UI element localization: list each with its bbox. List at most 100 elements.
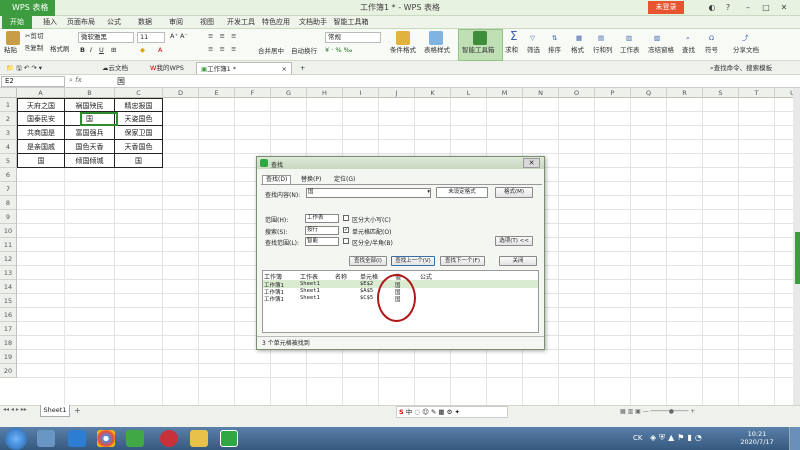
column-header[interactable]: H [307, 88, 343, 98]
column-header[interactable]: G [271, 88, 307, 98]
cell[interactable]: 天姿国色 [115, 112, 163, 126]
column-header[interactable]: T [739, 88, 775, 98]
taskbar-chrome-icon[interactable] [97, 430, 115, 447]
result-cell[interactable]: $C$5 [360, 295, 373, 301]
align-top-icons[interactable]: ≡ ≡ ≡ [208, 31, 238, 41]
tab-data[interactable]: 数据 [134, 16, 156, 29]
row-header[interactable]: 16 [0, 308, 17, 322]
share-icon[interactable]: ⤴ [742, 33, 749, 43]
start-button[interactable] [5, 428, 27, 450]
look-in-select[interactable]: 智能 [305, 237, 339, 246]
sort-icon[interactable]: ⇅ [552, 33, 557, 43]
column-header[interactable]: K [415, 88, 451, 98]
font-color-icon[interactable]: A [158, 45, 162, 55]
row-header[interactable]: 4 [0, 140, 17, 154]
skin-icon[interactable]: ◐ [706, 2, 718, 14]
close-tab-icon[interactable]: × [282, 63, 287, 75]
column-header[interactable]: I [343, 88, 379, 98]
row-header[interactable]: 3 [0, 126, 17, 140]
dialog-close-icon[interactable]: ✕ [523, 158, 540, 168]
paste-icon[interactable] [6, 31, 20, 45]
row-header[interactable]: 20 [0, 364, 17, 378]
filter-icon[interactable]: ▽ [530, 33, 535, 43]
cut-button[interactable]: ✂剪切 [25, 31, 43, 41]
row-header[interactable]: 14 [0, 280, 17, 294]
taskbar-explorer-icon[interactable] [37, 430, 55, 447]
result-cell[interactable]: Sheet1 [300, 295, 320, 301]
font-name-select[interactable]: 微软雅黑 [78, 32, 134, 43]
row-header[interactable]: 13 [0, 266, 17, 280]
cell[interactable]: 倾国倾城 [65, 154, 115, 168]
cell[interactable]: 国泰民安 [17, 112, 65, 126]
row-header[interactable]: 7 [0, 182, 17, 196]
tray-icons[interactable]: ◈⛨▲⚑▮◔ [650, 433, 705, 443]
format-dropdown-button[interactable]: 格式(M) [495, 187, 533, 198]
tab-developer[interactable]: 开发工具 [225, 16, 257, 29]
new-tab-button[interactable]: + [296, 62, 309, 74]
cell[interactable]: 是亲国戚 [17, 140, 65, 154]
doctab-mywps[interactable]: W我的WPS [146, 62, 188, 74]
cell[interactable]: 共商国是 [17, 126, 65, 140]
close-icon[interactable]: ✕ [778, 2, 790, 14]
quick-access-icons[interactable]: 📁 🖫 ↶ ↷ ▾ [2, 62, 46, 74]
conditional-format-icon[interactable] [396, 31, 410, 45]
search-order-select[interactable]: 按行 [305, 226, 339, 235]
maximize-icon[interactable]: □ [760, 2, 772, 14]
login-button[interactable]: 未登录 [648, 1, 684, 14]
tab-page-layout[interactable]: 页面布局 [64, 16, 98, 29]
column-header[interactable]: M [487, 88, 523, 98]
view-zoom-controls[interactable]: ▦ ▥ ▣ — ─────●──── + [620, 408, 750, 416]
add-sheet-button[interactable]: + [74, 406, 81, 415]
column-header[interactable]: P [595, 88, 631, 98]
tab-start[interactable]: 开始 [2, 16, 32, 29]
table-style-icon[interactable] [429, 31, 443, 45]
find-all-button[interactable]: 查找全部(I) [349, 256, 387, 266]
select-all-corner[interactable] [0, 88, 17, 98]
column-header[interactable]: F [235, 88, 271, 98]
row-header[interactable]: 11 [0, 238, 17, 252]
underline-icon[interactable]: U [99, 45, 104, 55]
cell[interactable]: 国 [115, 154, 163, 168]
taskbar-browser-icon[interactable] [68, 430, 86, 447]
minimize-icon[interactable]: – [742, 2, 754, 14]
align-horizontal-icons[interactable]: ≡ ≡ ≡ [208, 44, 238, 54]
row-header[interactable]: 9 [0, 210, 17, 224]
tab-formula[interactable]: 公式 [103, 16, 125, 29]
match-width-checkbox[interactable] [343, 238, 349, 244]
row-header[interactable]: 8 [0, 196, 17, 210]
row-header[interactable]: 2 [0, 112, 17, 126]
dialog-tab-replace[interactable]: 替换(P) [298, 176, 324, 184]
row-header[interactable]: 12 [0, 252, 17, 266]
sheet-nav-arrows[interactable]: ◂◂ ◂ ▸ ▸▸ [3, 406, 27, 413]
column-header[interactable]: N [523, 88, 559, 98]
tab-smart-tools[interactable]: 智能工具箱 [333, 16, 369, 29]
cell[interactable]: 国 [17, 154, 65, 168]
match-case-checkbox[interactable] [343, 215, 349, 221]
formula-content[interactable]: 国 [117, 76, 125, 87]
dialog-tab-goto[interactable]: 定位(G) [331, 176, 358, 184]
ime-toolbar[interactable]: S 中 ◌ ☺ ✎ ▦ ⚙ ✦ [396, 406, 508, 418]
font-size-select[interactable]: 11 [137, 32, 165, 43]
symbol-icon[interactable]: Ω [709, 33, 714, 43]
sum-icon[interactable]: Σ [510, 30, 518, 42]
find-previous-button[interactable]: 查找上一个(V) [391, 256, 435, 266]
border-icon[interactable]: ⊞ [111, 45, 116, 55]
cell[interactable]: 国色天香 [65, 140, 115, 154]
scope-select[interactable]: 工作表 [305, 214, 339, 223]
column-header[interactable]: B [65, 88, 115, 98]
result-cell[interactable]: 工作簿1 [264, 295, 284, 303]
column-header[interactable]: A [17, 88, 65, 98]
options-button[interactable]: 选项(T) << [495, 236, 533, 246]
result-cell[interactable]: $E$2 [360, 281, 373, 287]
doctab-cloud[interactable]: ☁云文档 [98, 62, 132, 74]
freeze-icon[interactable]: ▧ [654, 33, 660, 43]
result-cell[interactable]: Sheet1 [300, 288, 320, 294]
dialog-titlebar[interactable] [257, 157, 544, 169]
column-header[interactable]: J [379, 88, 415, 98]
cell[interactable]: 富国强兵 [65, 126, 115, 140]
find-icon[interactable]: ⌕ [686, 33, 690, 43]
result-cell[interactable]: $A$5 [360, 288, 373, 294]
find-next-button[interactable]: 查找下一个(F) [440, 256, 485, 266]
wrap-text-button[interactable]: 自动换行 [291, 46, 317, 56]
app-menu-button[interactable]: WPS 表格 [0, 0, 55, 16]
